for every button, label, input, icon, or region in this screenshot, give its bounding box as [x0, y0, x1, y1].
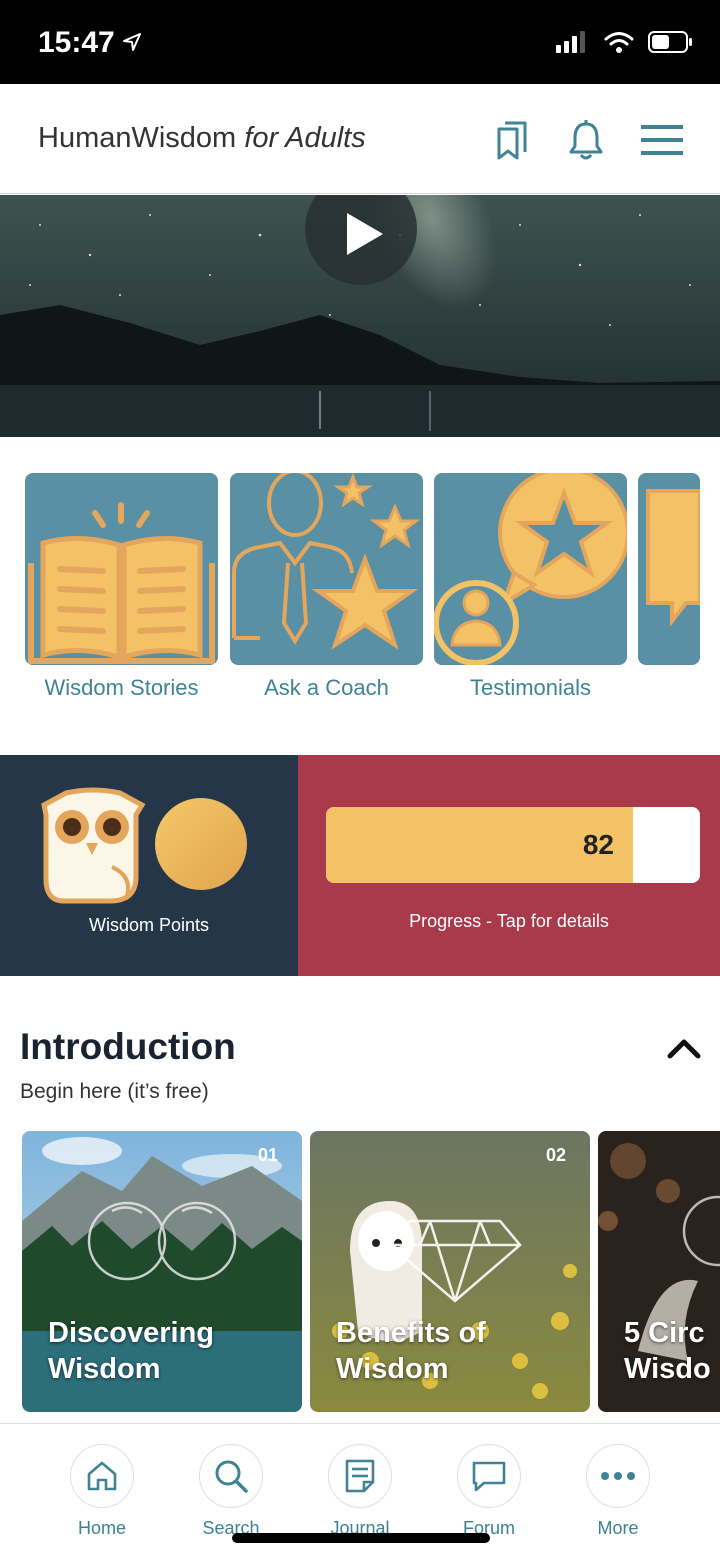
speech-bubble-icon — [646, 489, 700, 627]
forum-icon — [472, 1461, 506, 1492]
app-header: HumanWisdom for Adults — [0, 84, 720, 194]
owl-icon — [41, 787, 146, 904]
course-card[interactable]: 02 Benefits of Wisdom — [310, 1131, 590, 1412]
card-number: 01 — [257, 1145, 278, 1165]
home-icon — [87, 1461, 117, 1491]
bookmarks-button[interactable] — [490, 118, 534, 162]
app-title: HumanWisdom for Adults — [38, 122, 366, 155]
forum-button[interactable] — [457, 1444, 521, 1508]
progress-panel[interactable]: 82 Progress - Tap for details — [298, 755, 720, 976]
menu-button[interactable] — [640, 118, 684, 162]
home-button[interactable] — [70, 1444, 134, 1508]
coach-icon — [232, 473, 421, 650]
feature-carousel[interactable]: Wisdom Stories Ask a Coach Testimonials — [0, 437, 720, 755]
nav-more[interactable]: More — [563, 1444, 673, 1539]
nav-home-label: Home — [77, 1518, 126, 1538]
hamburger-menu-icon — [641, 125, 683, 155]
ask-a-coach-label[interactable]: Ask a Coach — [230, 675, 423, 701]
search-button[interactable] — [199, 1444, 263, 1508]
hero-video[interactable] — [0, 195, 720, 437]
nav-search[interactable]: Search — [176, 1444, 286, 1539]
testimonials-tile[interactable] — [434, 473, 627, 665]
progress-bar[interactable]: 82 — [326, 807, 700, 883]
testimonial-star-icon — [434, 473, 627, 665]
wisdom-points-panel[interactable]: Wisdom Points — [0, 755, 298, 976]
nav-journal[interactable]: Journal — [305, 1444, 415, 1539]
play-icon — [347, 213, 383, 255]
signal-icon — [556, 31, 585, 53]
forum-tile[interactable] — [638, 473, 700, 665]
open-book-icon — [28, 502, 215, 664]
more-button[interactable] — [586, 1444, 650, 1508]
card-title: Benefits of Wisdom — [336, 1317, 486, 1385]
wifi-icon — [604, 32, 634, 53]
wisdom-points-label: Wisdom Points — [88, 915, 210, 935]
course-card[interactable]: 01 Discovering Wisdom — [22, 1131, 302, 1412]
status-bar: 15:47 — [0, 0, 720, 84]
app-title-emph: for Adults — [244, 122, 366, 154]
more-icon — [601, 1472, 635, 1480]
card-number: 02 — [545, 1145, 566, 1165]
status-time: 15:47 — [38, 26, 115, 59]
journal-button[interactable] — [328, 1444, 392, 1508]
bookmarks-icon — [497, 121, 527, 160]
points-progress-band: Wisdom Points 82 Progress - Tap for deta… — [0, 755, 720, 976]
ask-a-coach-tile[interactable] — [230, 473, 423, 665]
chevron-up-icon[interactable] — [664, 1030, 704, 1064]
nav-forum[interactable]: Forum — [434, 1444, 544, 1539]
testimonials-label[interactable]: Testimonials — [434, 675, 627, 701]
home-indicator[interactable] — [232, 1533, 490, 1543]
battery-icon — [648, 31, 692, 53]
section-title: Introduction — [20, 1026, 236, 1067]
app-title-main: HumanWisdom — [38, 122, 237, 154]
progress-value: 82 — [582, 829, 614, 860]
card-title: 5 Circ Wisdo — [624, 1317, 711, 1385]
wisdom-stories-label[interactable]: Wisdom Stories — [25, 675, 218, 701]
journal-icon — [345, 1459, 375, 1493]
gold-coin-icon — [155, 798, 247, 890]
card-title: Discovering Wisdom — [48, 1317, 214, 1385]
nav-more-label: More — [597, 1518, 639, 1538]
search-icon — [215, 1460, 248, 1493]
nav-home[interactable]: Home — [47, 1444, 157, 1539]
notifications-button[interactable] — [564, 118, 608, 162]
course-card[interactable]: 5 Circ Wisdo — [598, 1131, 720, 1412]
location-arrow-icon — [123, 33, 141, 51]
wisdom-stories-tile[interactable] — [25, 473, 218, 665]
bell-icon — [569, 120, 603, 160]
section-subtitle: Begin here (it’s free) — [20, 1080, 209, 1103]
intro-carousel[interactable]: 01 Discovering Wisdom 02 Benefits of Wis… — [0, 1131, 720, 1413]
progress-label[interactable]: Progress - Tap for details — [298, 911, 720, 932]
